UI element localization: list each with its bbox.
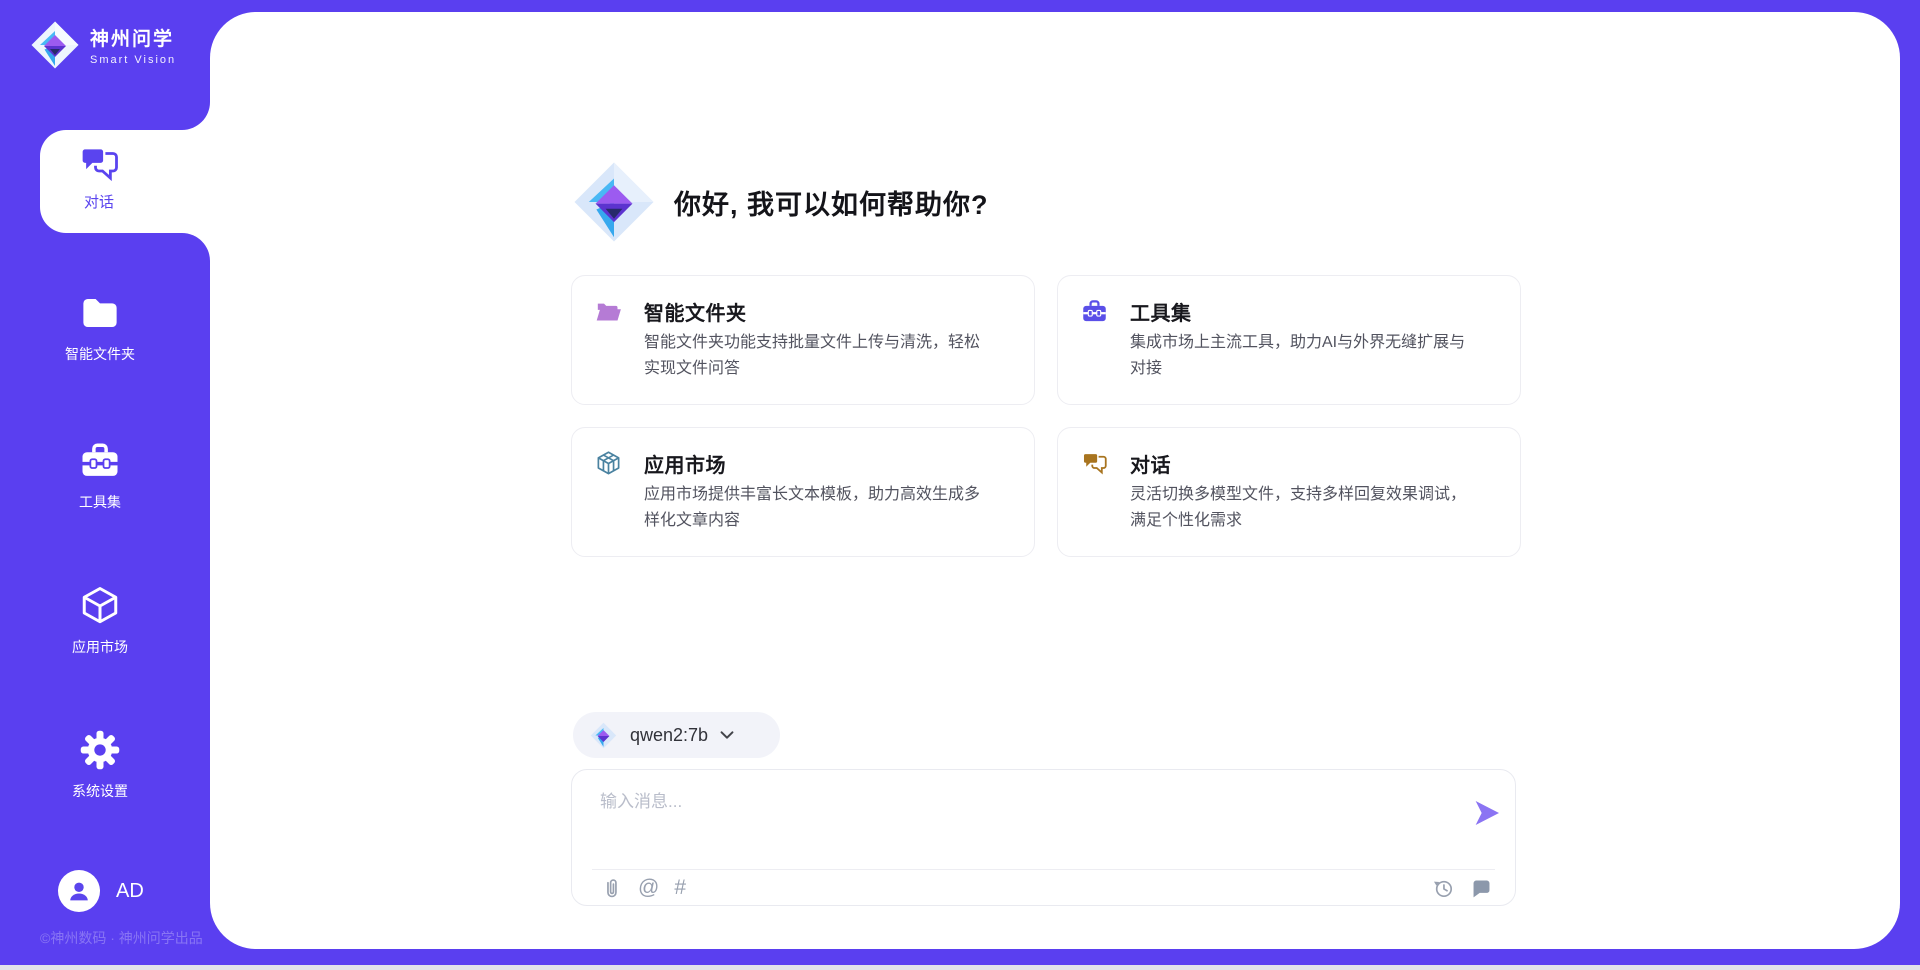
user-profile[interactable]: AD bbox=[58, 870, 144, 912]
sidebar-item-label: 工具集 bbox=[79, 492, 121, 512]
chevron-down-icon bbox=[717, 725, 737, 745]
app-name: 神州问学 bbox=[90, 24, 176, 51]
send-button[interactable] bbox=[1471, 797, 1503, 829]
greeting-text: 你好, 我可以如何帮助你? bbox=[674, 183, 989, 222]
card-description: 应用市场提供丰富长文本模板，助力高效生成多样化文章内容 bbox=[644, 482, 993, 534]
feature-cards: 智能文件夹 智能文件夹功能支持批量文件上传与清洗，轻松实现文件问答 工具集 bbox=[571, 275, 1521, 557]
folder-open-icon bbox=[595, 298, 622, 325]
app-logo-text: 神州问学 Smart Vision bbox=[90, 24, 176, 66]
conversations-button[interactable] bbox=[1470, 876, 1493, 900]
model-name: qwen2:7b bbox=[630, 725, 708, 746]
at-icon: @ bbox=[638, 876, 659, 900]
model-logo-icon bbox=[590, 722, 617, 749]
greeting-logo-icon bbox=[572, 160, 656, 244]
sidebar: 神州问学 Smart Vision 对话 智能文件夹 bbox=[0, 0, 210, 970]
user-avatar bbox=[58, 870, 100, 912]
topic-button[interactable]: # bbox=[674, 876, 686, 900]
card-header: 工具集 bbox=[1081, 297, 1192, 326]
app-tagline: Smart Vision bbox=[90, 54, 176, 66]
sidebar-item-label: 对话 bbox=[84, 191, 114, 212]
sidebar-item-label: 智能文件夹 bbox=[65, 344, 135, 364]
sidebar-item-chat[interactable]: 对话 bbox=[40, 130, 210, 233]
cube-icon bbox=[79, 585, 121, 627]
sidebar-item-app-market[interactable]: 应用市场 bbox=[0, 585, 200, 657]
sidebar-item-label: 系统设置 bbox=[72, 781, 128, 801]
composer-toolbar: @ # bbox=[600, 876, 686, 900]
folder-icon bbox=[79, 292, 121, 334]
card-description: 灵活切换多模型文件，支持多样回复效果调试，满足个性化需求 bbox=[1130, 482, 1479, 534]
hash-icon: # bbox=[674, 876, 686, 900]
app-market-icon bbox=[595, 450, 622, 477]
sidebar-item-settings[interactable]: 系统设置 bbox=[0, 729, 200, 801]
toolbox-icon bbox=[1081, 298, 1108, 325]
toolbox-icon bbox=[79, 440, 121, 482]
composer: @ # bbox=[571, 769, 1516, 906]
sidebar-item-smart-folders[interactable]: 智能文件夹 bbox=[0, 292, 200, 364]
comment-icon bbox=[1470, 877, 1493, 900]
card-header: 应用市场 bbox=[595, 449, 726, 478]
card-header: 智能文件夹 bbox=[595, 297, 747, 326]
model-selector[interactable]: qwen2:7b bbox=[573, 712, 780, 758]
history-button[interactable] bbox=[1432, 876, 1455, 900]
card-title: 工具集 bbox=[1130, 297, 1192, 326]
chat-icon bbox=[78, 143, 120, 185]
person-icon bbox=[64, 876, 94, 906]
app-logo-icon bbox=[30, 20, 80, 70]
card-title: 智能文件夹 bbox=[644, 297, 747, 326]
composer-toolbar-right bbox=[1432, 876, 1493, 900]
sidebar-item-label: 应用市场 bbox=[72, 637, 128, 657]
gear-icon bbox=[79, 729, 121, 771]
main-panel: 你好, 我可以如何帮助你? 智能文件夹 智能文件夹功能支持批量文件上传与清洗，轻… bbox=[210, 12, 1900, 949]
mention-button[interactable]: @ bbox=[638, 876, 659, 900]
message-input[interactable] bbox=[600, 787, 1420, 857]
card-title: 应用市场 bbox=[644, 449, 726, 478]
chat-icon bbox=[1081, 450, 1108, 477]
attach-file-button[interactable] bbox=[600, 876, 623, 900]
user-name: AD bbox=[116, 880, 144, 903]
card-toolbox[interactable]: 工具集 集成市场上主流工具，助力AI与外界无缝扩展与对接 bbox=[1057, 275, 1521, 405]
paperclip-icon bbox=[600, 877, 623, 900]
tab-curve-top bbox=[182, 102, 210, 130]
card-description: 智能文件夹功能支持批量文件上传与清洗，轻松实现文件问答 bbox=[644, 330, 993, 382]
send-icon bbox=[1471, 797, 1503, 829]
history-icon bbox=[1432, 877, 1455, 900]
greeting: 你好, 我可以如何帮助你? bbox=[572, 160, 989, 244]
copyright: ©神州数码 · 神州问学出品 bbox=[40, 928, 203, 948]
composer-divider bbox=[592, 869, 1495, 870]
card-header: 对话 bbox=[1081, 449, 1171, 478]
tab-curve-bottom bbox=[182, 233, 210, 261]
window-edge bbox=[0, 965, 1920, 970]
card-title: 对话 bbox=[1130, 449, 1171, 478]
card-description: 集成市场上主流工具，助力AI与外界无缝扩展与对接 bbox=[1130, 330, 1479, 382]
sidebar-item-toolbox[interactable]: 工具集 bbox=[0, 440, 200, 512]
card-chat[interactable]: 对话 灵活切换多模型文件，支持多样回复效果调试，满足个性化需求 bbox=[1057, 427, 1521, 557]
app-window: 神州问学 Smart Vision 对话 智能文件夹 bbox=[0, 0, 1920, 970]
card-app-market[interactable]: 应用市场 应用市场提供丰富长文本模板，助力高效生成多样化文章内容 bbox=[571, 427, 1035, 557]
app-logo: 神州问学 Smart Vision bbox=[30, 20, 176, 70]
card-smart-folders[interactable]: 智能文件夹 智能文件夹功能支持批量文件上传与清洗，轻松实现文件问答 bbox=[571, 275, 1035, 405]
